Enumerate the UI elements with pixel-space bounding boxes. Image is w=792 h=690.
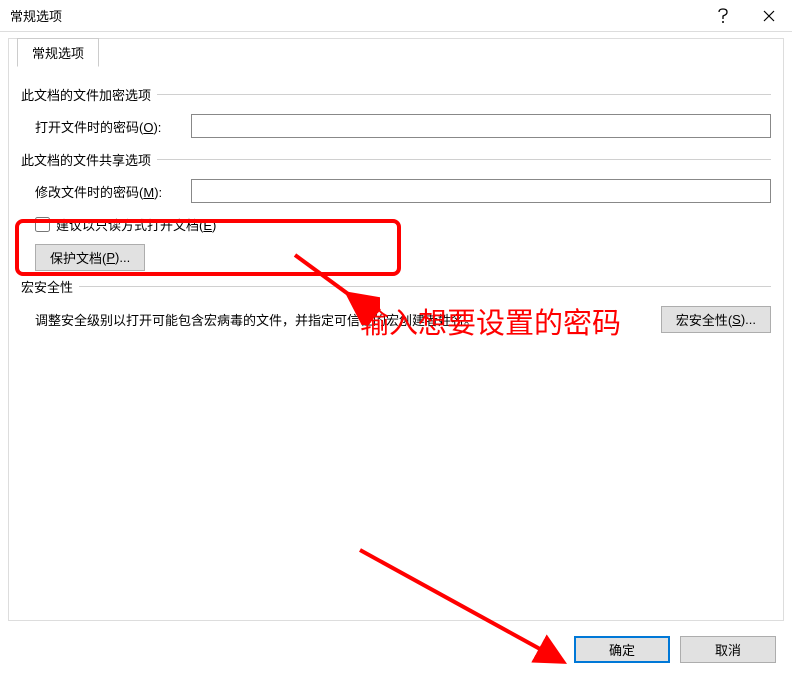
dialog-button-bar: 确定 取消 (574, 636, 776, 663)
ok-button[interactable]: 确定 (574, 636, 670, 663)
cancel-button-label: 取消 (715, 640, 741, 659)
group-encrypt: 此文档的文件加密选项 打开文件时的密码(O): (21, 85, 771, 138)
tab-label: 常规选项 (32, 43, 84, 62)
tab-strip (9, 39, 783, 67)
tab-general-options[interactable]: 常规选项 (17, 38, 99, 67)
macro-security-button[interactable]: 宏安全性(S)... (661, 306, 771, 333)
group-macro-title: 宏安全性 (21, 277, 73, 296)
group-share-title: 此文档的文件共享选项 (21, 150, 151, 169)
close-button[interactable] (746, 0, 792, 32)
readonly-recommend-checkbox[interactable] (35, 217, 50, 232)
protect-document-button[interactable]: 保护文档(P)... (35, 244, 145, 271)
cancel-button[interactable]: 取消 (680, 636, 776, 663)
divider (157, 94, 771, 95)
modify-password-input[interactable] (191, 179, 771, 203)
window-title: 常规选项 (0, 6, 62, 25)
group-share: 此文档的文件共享选项 修改文件时的密码(M): 建议以只读方式打开文档(E) 保… (21, 150, 771, 271)
dialog-content: 此文档的文件加密选项 打开文件时的密码(O): 此文档的文件共享选项 修改文件时… (9, 79, 783, 620)
help-button[interactable] (700, 0, 746, 32)
titlebar: 常规选项 (0, 0, 792, 32)
macro-security-desc: 调整安全级别以打开可能包含宏病毒的文件，并指定可信任的宏创建者姓名。 (21, 310, 661, 329)
divider (79, 286, 771, 287)
ok-button-label: 确定 (609, 640, 635, 659)
group-encrypt-title: 此文档的文件加密选项 (21, 85, 151, 104)
open-password-input[interactable] (191, 114, 771, 138)
group-macro-security: 宏安全性 调整安全级别以打开可能包含宏病毒的文件，并指定可信任的宏创建者姓名。 … (21, 277, 771, 333)
open-password-label: 打开文件时的密码(O): (21, 117, 191, 136)
dialog-panel: 常规选项 此文档的文件加密选项 打开文件时的密码(O): 此文档的文件共享选项 (8, 38, 784, 621)
readonly-recommend-label: 建议以只读方式打开文档(E) (56, 215, 216, 234)
modify-password-label: 修改文件时的密码(M): (21, 182, 191, 201)
divider (157, 159, 771, 160)
